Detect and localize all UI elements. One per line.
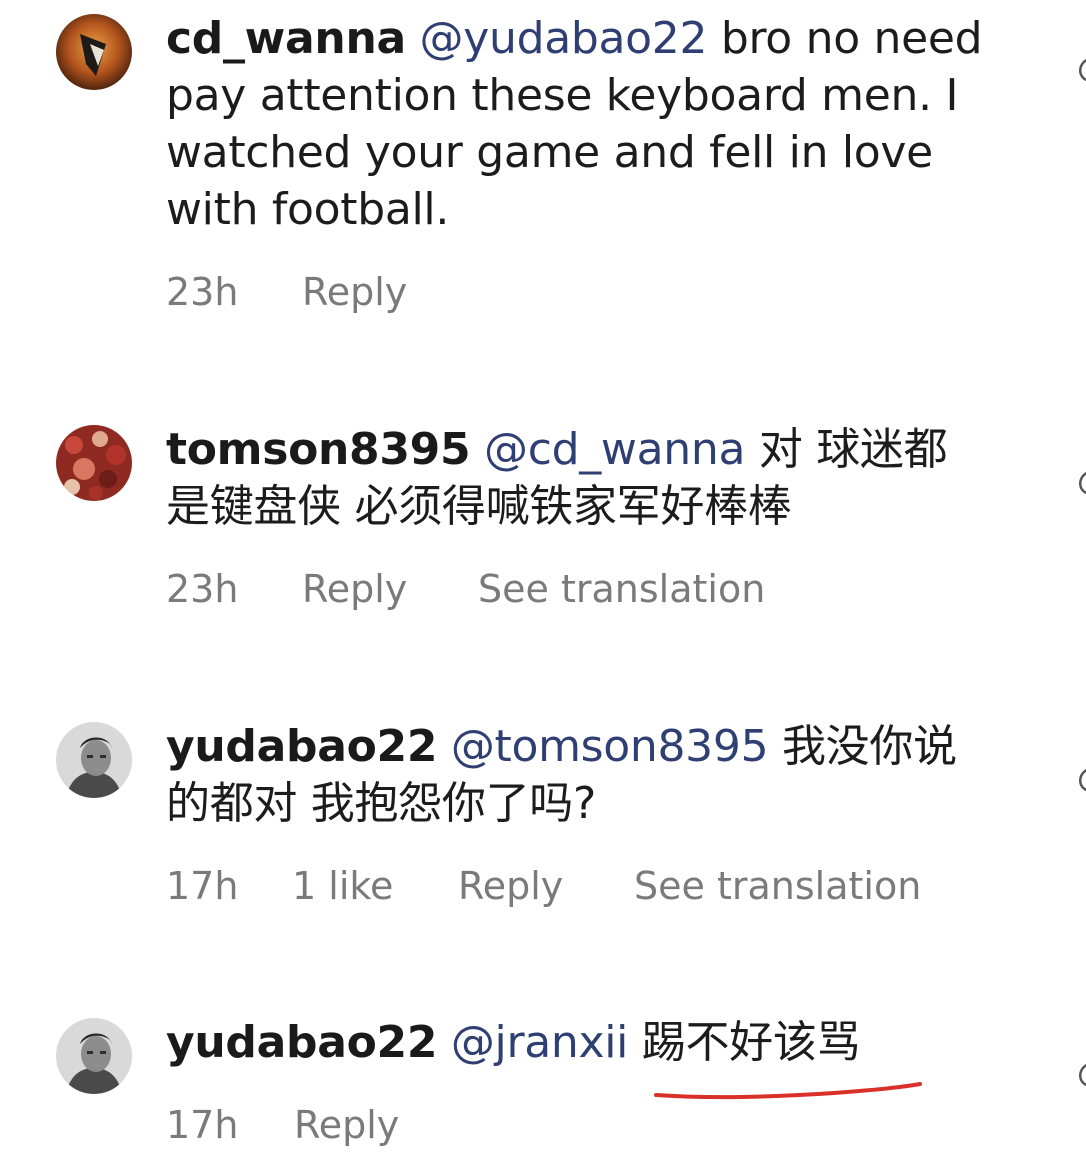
comments-screen: { "comments": [ { "username": "cd_wanna"… — [0, 0, 1086, 1172]
reply-button[interactable]: Reply — [302, 270, 407, 314]
avatar[interactable] — [56, 722, 132, 798]
comment-username[interactable]: tomson8395 — [166, 424, 471, 475]
comment-mention[interactable]: @tomson8395 — [451, 721, 769, 772]
reply-button[interactable]: Reply — [302, 567, 407, 611]
comment-mention[interactable]: @jranxii — [451, 1017, 629, 1068]
likes-count[interactable]: 1 like — [292, 864, 393, 908]
heart-icon[interactable] — [1068, 1060, 1086, 1090]
reply-button[interactable]: Reply — [294, 1103, 399, 1147]
comment-text: 踢不好该骂 — [641, 1017, 861, 1068]
heart-icon[interactable] — [1068, 55, 1086, 85]
heart-icon[interactable] — [1068, 765, 1086, 795]
avatar[interactable] — [56, 14, 132, 90]
see-translation-button[interactable]: See translation — [634, 864, 921, 908]
see-translation-button[interactable]: See translation — [478, 567, 765, 611]
avatar[interactable] — [56, 425, 132, 501]
comment-time: 23h — [166, 270, 239, 314]
comment-username[interactable]: yudabao22 — [166, 721, 437, 772]
comment-mention[interactable]: @yudabao22 — [420, 13, 708, 64]
comment-mention[interactable]: @cd_wanna — [484, 424, 745, 475]
heart-icon[interactable] — [1068, 468, 1086, 498]
avatar[interactable] — [56, 1018, 132, 1094]
comment-time: 17h — [166, 1103, 239, 1147]
comment-username[interactable]: cd_wanna — [166, 13, 406, 64]
comment-time: 23h — [166, 567, 239, 611]
comment-username[interactable]: yudabao22 — [166, 1017, 437, 1068]
comment-time: 17h — [166, 864, 239, 908]
reply-button[interactable]: Reply — [458, 864, 563, 908]
red-underline-mark — [654, 1082, 922, 1100]
